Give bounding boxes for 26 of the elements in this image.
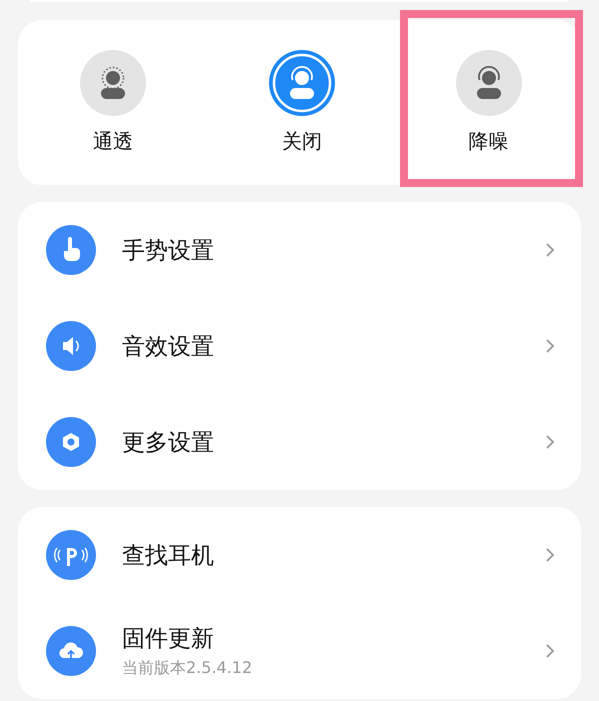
settings-item[interactable]: 固件更新 当前版本2.5.4.12 (18, 603, 581, 699)
chevron-icon (545, 643, 555, 659)
chevron-icon (545, 434, 555, 450)
mode-option[interactable]: 关闭 (208, 20, 396, 155)
item-label: 固件更新 (122, 625, 215, 654)
item-label: 查找耳机 (122, 542, 215, 570)
mode-option[interactable]: 降噪 (396, 20, 581, 155)
chevron-icon (545, 547, 555, 563)
transparency-mode-icon (80, 50, 146, 116)
off-mode-icon (269, 50, 335, 116)
chevron-icon (545, 242, 555, 258)
signal-p-icon (46, 530, 96, 580)
pointing-hand-icon (46, 225, 96, 275)
speaker-icon (46, 321, 96, 371)
settings-item[interactable]: 查找耳机 (18, 507, 581, 603)
version-text: 当前版本2.5.4.12 (122, 658, 254, 679)
settings-item[interactable]: 更多设置 (18, 394, 581, 490)
item-label: 更多设置 (122, 428, 215, 458)
item-label: 音效设置 (122, 332, 215, 362)
chevron-icon (545, 338, 555, 354)
settings-item[interactable]: 手势设置 (18, 202, 581, 298)
noise-cancel-icon (456, 50, 522, 116)
item-label: 手势设置 (122, 236, 215, 266)
mode-option[interactable]: 通透 (18, 20, 208, 155)
settings-item[interactable]: 音效设置 (18, 298, 581, 394)
cloud-upload-icon (46, 626, 96, 676)
